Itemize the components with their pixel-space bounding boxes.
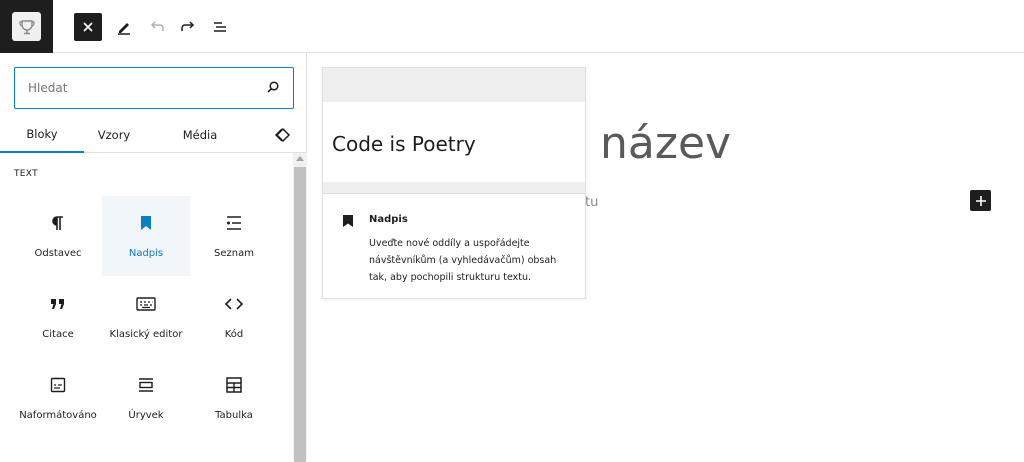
block-label: Klasický editor — [109, 329, 183, 340]
list-icon — [225, 214, 243, 232]
undo-button[interactable] — [143, 13, 171, 41]
trophy-logo-icon — [12, 12, 41, 41]
block-preformatted[interactable]: Naformátováno — [14, 358, 102, 448]
tools-button[interactable] — [110, 13, 138, 41]
list-view-button[interactable] — [206, 13, 234, 41]
close-inserter-button[interactable] — [74, 13, 102, 41]
block-inserter-panel: Bloky Vzory Média TEXT Odstavec Nadpis — [0, 53, 307, 462]
redo-button[interactable] — [174, 13, 202, 41]
section-title-text: TEXT — [14, 169, 38, 179]
pullquote-icon — [137, 376, 155, 394]
add-block-button[interactable] — [970, 190, 991, 211]
block-label: Kód — [224, 329, 244, 340]
code-icon — [224, 295, 244, 313]
search-input[interactable] — [28, 81, 248, 95]
block-code[interactable]: Kód — [190, 277, 278, 357]
paragraph-icon — [50, 214, 66, 232]
preview-block-name: Nadpis — [369, 214, 408, 225]
site-logo-button[interactable] — [0, 0, 53, 53]
inserter-tabs: Bloky Vzory Média — [0, 116, 307, 153]
list-view-icon — [214, 22, 226, 32]
inserter-scrollbar[interactable] — [293, 153, 307, 462]
plus-icon — [975, 195, 986, 206]
keyboard-icon — [136, 295, 156, 313]
block-paragraph[interactable]: Odstavec — [14, 196, 102, 276]
scroll-up-arrow-icon[interactable] — [296, 156, 304, 161]
tab-media-label: Média — [182, 127, 218, 142]
search-icon[interactable] — [265, 79, 281, 95]
block-pullquote[interactable]: Úryvek — [102, 358, 190, 438]
pencil-icon — [118, 23, 130, 35]
top-toolbar — [0, 0, 1024, 53]
block-preview-popover: Code is Poetry Nadpis Uveďte nové oddíly… — [322, 67, 586, 299]
close-icon — [83, 22, 93, 32]
block-classic-editor[interactable]: Klasický editor — [102, 277, 190, 357]
preview-block-description: Uveďte nové oddíly a uspořádejte návštěv… — [369, 238, 557, 283]
block-label: Citace — [42, 329, 74, 340]
preview-top-band — [323, 68, 585, 102]
tab-reusable[interactable] — [268, 116, 298, 153]
block-label: Nadpis — [128, 248, 164, 259]
block-list[interactable]: Seznam — [190, 196, 278, 276]
paragraph-text[interactable]: tu — [585, 195, 598, 210]
quote-icon — [49, 295, 67, 313]
block-label: Seznam — [214, 248, 254, 259]
block-table[interactable]: Tabulka — [190, 358, 278, 438]
block-label: Odstavec — [34, 248, 82, 259]
block-label: Naformátováno — [19, 410, 97, 421]
block-label: Úryvek — [128, 410, 164, 421]
block-quote[interactable]: Citace — [14, 277, 102, 357]
preview-bottom-band — [323, 182, 585, 194]
tab-patterns[interactable]: Vzory — [84, 116, 144, 153]
block-heading[interactable]: Nadpis — [102, 196, 190, 276]
reusable-block-icon — [274, 127, 291, 142]
scrollbar-thumb[interactable] — [294, 167, 306, 462]
table-icon — [225, 376, 243, 394]
tab-blocks[interactable]: Bloky — [0, 116, 84, 153]
block-label: Tabulka — [215, 410, 253, 421]
tab-media[interactable]: Média — [170, 116, 230, 153]
tab-patterns-label: Vzory — [97, 127, 131, 142]
redo-icon — [181, 21, 195, 31]
bookmark-icon — [342, 213, 354, 232]
post-title-text[interactable]: název — [600, 118, 731, 169]
bookmark-icon — [139, 214, 153, 232]
preformatted-icon — [50, 376, 66, 394]
search-box — [14, 67, 294, 109]
tab-blocks-label: Bloky — [26, 126, 58, 141]
preview-sample-text: Code is Poetry — [332, 132, 476, 156]
undo-icon — [150, 21, 164, 31]
